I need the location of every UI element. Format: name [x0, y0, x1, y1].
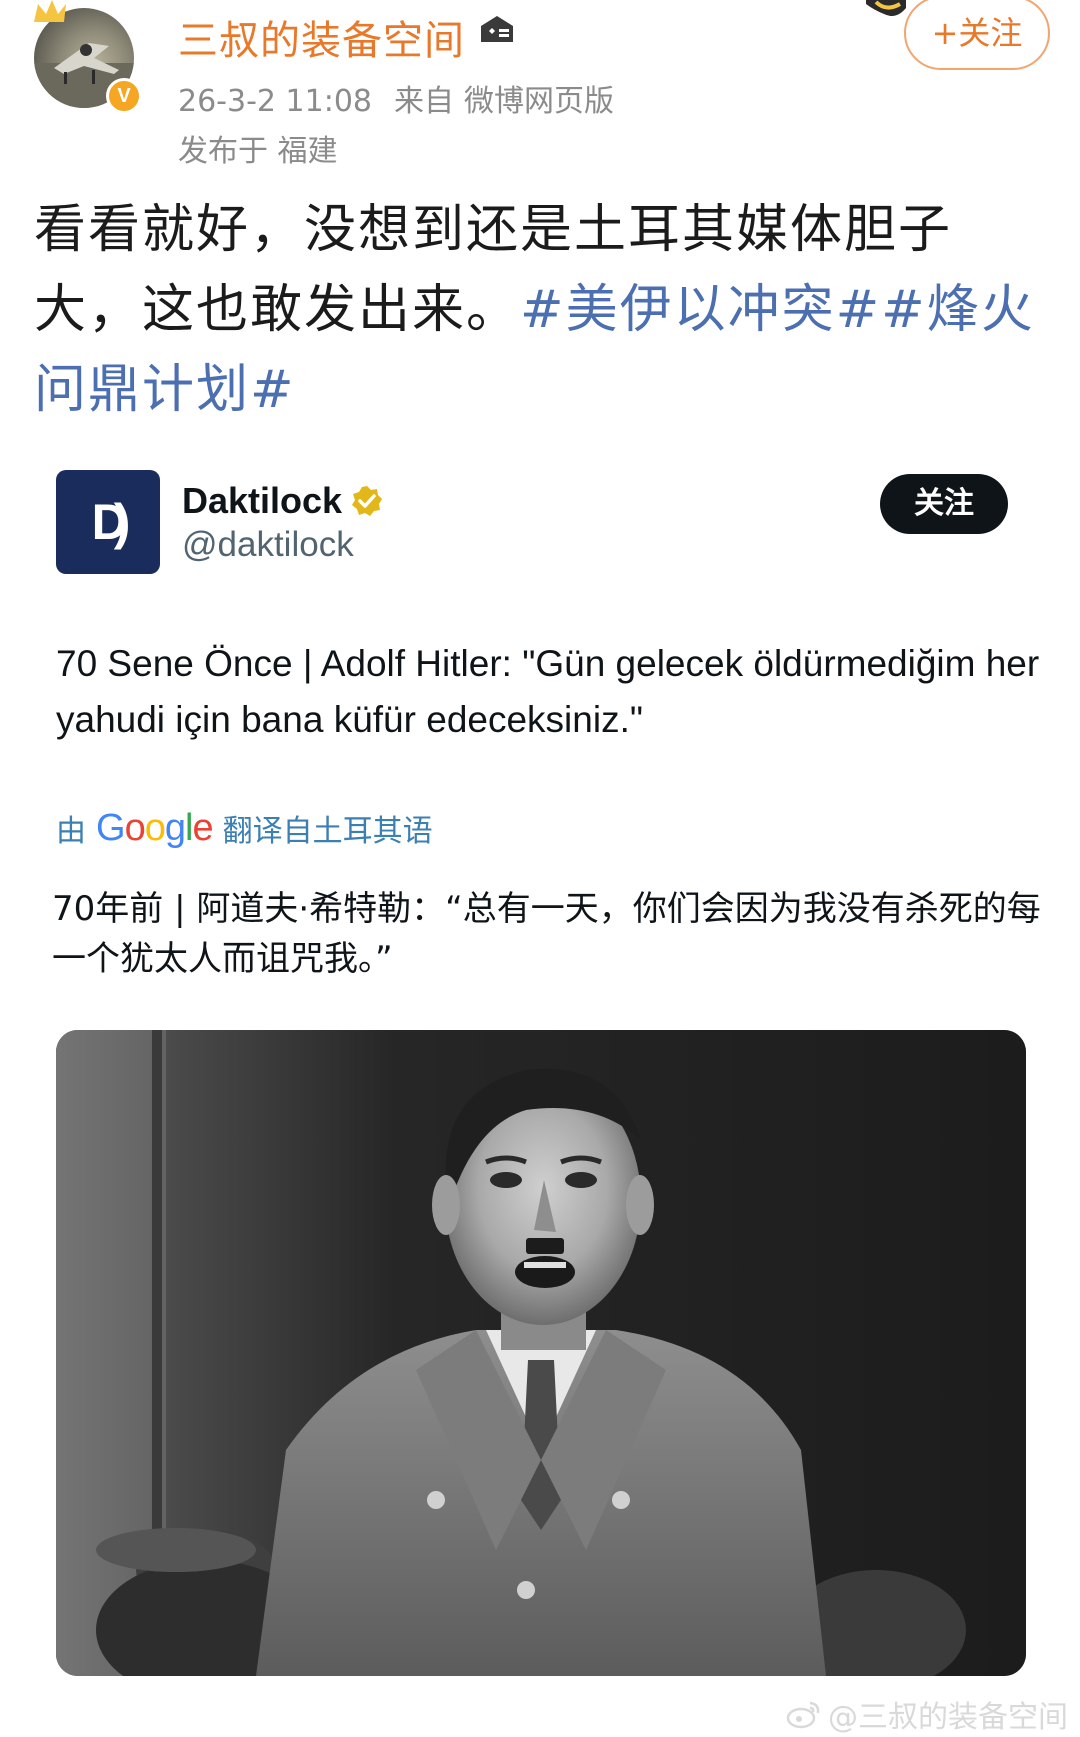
- tweet-translated-text: 70年前 | 阿道夫·希特勒：“总有一天，你们会因为我没有杀死的每一个犹太人而诅…: [52, 889, 1041, 979]
- watermark-text: @三叔的装备空间: [828, 1700, 1068, 1735]
- post-location: 发布于 福建: [178, 134, 338, 169]
- source-prefix: 来自: [394, 84, 454, 119]
- tweet-author-name: Daktilock: [182, 480, 343, 521]
- translation-attribution: 由 Google 翻译自土耳其语: [56, 806, 433, 850]
- level-icon: [481, 16, 513, 42]
- google-logo: Google: [96, 806, 214, 849]
- weibo-logo-icon: [786, 1701, 820, 1729]
- photo-image: [56, 1030, 1026, 1676]
- post-source[interactable]: 微博网页版: [464, 84, 614, 119]
- follow-button[interactable]: +关注: [904, 0, 1050, 70]
- weibo-post-screen: V 三叔的装备空间 26-3-2 11:08 来自 微博网页版 发布于 福建 +关注…: [0, 0, 1080, 1737]
- verified-check-icon: [352, 486, 382, 516]
- post-text: 看看就好，没想到还是土耳其媒体胆子大，这也敢发出来。#美伊以冲突##烽火问鼎计划…: [34, 190, 1054, 430]
- tweet-author-handle: @daktilock: [182, 525, 354, 564]
- translate-suffix: 翻译自土耳其语: [222, 814, 433, 849]
- post-meta: 26-3-2 11:08 来自 微博网页版: [178, 76, 636, 120]
- tweet-follow-button: 关注: [880, 474, 1008, 534]
- tweet-avatar: D): [56, 470, 160, 574]
- post-photo[interactable]: [56, 1030, 1026, 1676]
- user-avatar[interactable]: V: [34, 0, 142, 114]
- post-time: 26-3-2 11:08: [178, 84, 372, 119]
- corner-decoration-icon: [866, 0, 906, 16]
- user-name[interactable]: 三叔的装备空间: [178, 8, 465, 66]
- translate-prefix: 由: [56, 814, 86, 849]
- crown-icon: [34, 0, 66, 22]
- verified-v-badge: V: [106, 78, 142, 114]
- weibo-watermark: @三叔的装备空间: [786, 1692, 1068, 1736]
- tweet-text: 70 Sene Önce | Adolf Hitler: "Gün gelece…: [56, 643, 1040, 740]
- hashtag-link[interactable]: #美伊以冲突#: [520, 280, 881, 340]
